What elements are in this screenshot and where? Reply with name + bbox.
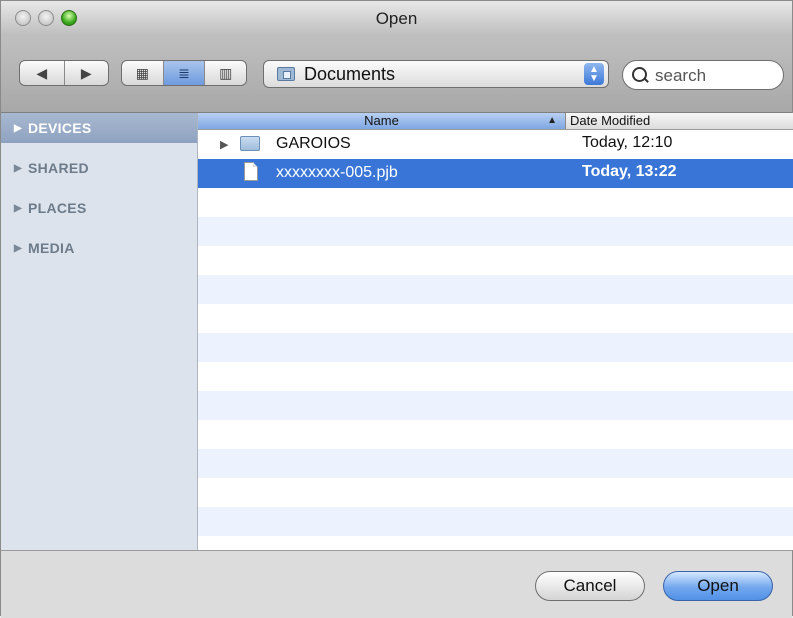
popup-arrows-icon: ▲ ▼ (584, 63, 604, 85)
open-button[interactable]: Open (663, 571, 773, 601)
file-row-garoios[interactable]: ▶ GAROIOS Today, 12:10 (198, 130, 793, 159)
document-icon (244, 162, 258, 181)
sidebar-item-label: PLACES (28, 200, 87, 216)
disclosure-triangle-icon: ▶ (14, 202, 22, 214)
sidebar-item-devices[interactable]: ▶ DEVICES (1, 113, 197, 143)
date-modified-column-header[interactable]: Date Modified (568, 113, 650, 129)
file-row-pjb[interactable]: xxxxxxxx-005.pjb Today, 13:22 (198, 159, 793, 188)
column-view-icon: ▥ (219, 64, 233, 81)
sidebar-item-label: MEDIA (28, 240, 75, 256)
button-bar: Cancel Open (1, 550, 792, 618)
search-icon (632, 67, 647, 82)
forward-arrow-icon: ▶ (80, 64, 92, 81)
disclosure-triangle-icon: ▶ (14, 162, 22, 174)
location-popup[interactable]: Documents ▲ ▼ (263, 60, 609, 88)
forward-button[interactable]: ▶ (65, 61, 109, 85)
disclosure-triangle-icon: ▶ (14, 242, 22, 254)
back-arrow-icon: ◀ (36, 64, 48, 81)
disclosure-triangle-icon: ▶ (14, 122, 22, 134)
list-background (198, 130, 793, 550)
sidebar-item-label: DEVICES (28, 120, 92, 136)
expand-triangle-icon[interactable]: ▶ (220, 138, 228, 151)
toolbar: ◀ ▶ ▦ ≣ ▥ Documents ▲ ▼ (1, 37, 792, 113)
sidebar-item-label: SHARED (28, 160, 89, 176)
search-input[interactable] (653, 65, 777, 87)
back-forward-control: ◀ ▶ (19, 60, 109, 86)
list-view-icon: ≣ (178, 64, 190, 81)
icon-view-icon: ▦ (135, 64, 149, 81)
sidebar-item-places[interactable]: ▶ PLACES (1, 193, 197, 223)
file-name: xxxxxxxx-005.pjb (276, 164, 398, 181)
icon-view-button[interactable]: ▦ (122, 61, 164, 85)
cancel-button[interactable]: Cancel (535, 571, 645, 601)
file-list: Name ▲ Date Modified ▶ GAROIOS Today, 12… (198, 113, 793, 550)
file-date: Today, 13:22 (582, 163, 677, 180)
list-header: Name ▲ Date Modified (198, 113, 793, 130)
location-label: Documents (304, 64, 396, 84)
sort-ascending-icon: ▲ (547, 115, 557, 126)
file-date: Today, 12:10 (582, 134, 673, 151)
open-dialog: Open ◀ ▶ ▦ ≣ ▥ Documents ▲▼ ▶ DEVICES ▶ … (0, 0, 793, 618)
sidebar-item-shared[interactable]: ▶ SHARED (1, 153, 197, 183)
search-field[interactable] (622, 60, 784, 90)
list-view-button[interactable]: ≣ (163, 61, 206, 85)
folder-icon (240, 136, 260, 151)
documents-folder-icon (277, 67, 295, 81)
window-title: Open (375, 9, 418, 28)
name-column-header[interactable]: Name ▲ (198, 113, 566, 129)
title-bar: Open (1, 1, 792, 38)
view-mode-control: ▦ ≣ ▥ (121, 60, 247, 86)
file-name: GAROIOS (276, 135, 351, 152)
sidebar-item-media[interactable]: ▶ MEDIA (1, 233, 197, 263)
column-view-button[interactable]: ▥ (205, 61, 246, 85)
sidebar: ▶ DEVICES ▶ SHARED ▶ PLACES ▶ MEDIA (1, 113, 198, 550)
name-column-label: Name (364, 113, 399, 128)
back-button[interactable]: ◀ (20, 61, 65, 85)
